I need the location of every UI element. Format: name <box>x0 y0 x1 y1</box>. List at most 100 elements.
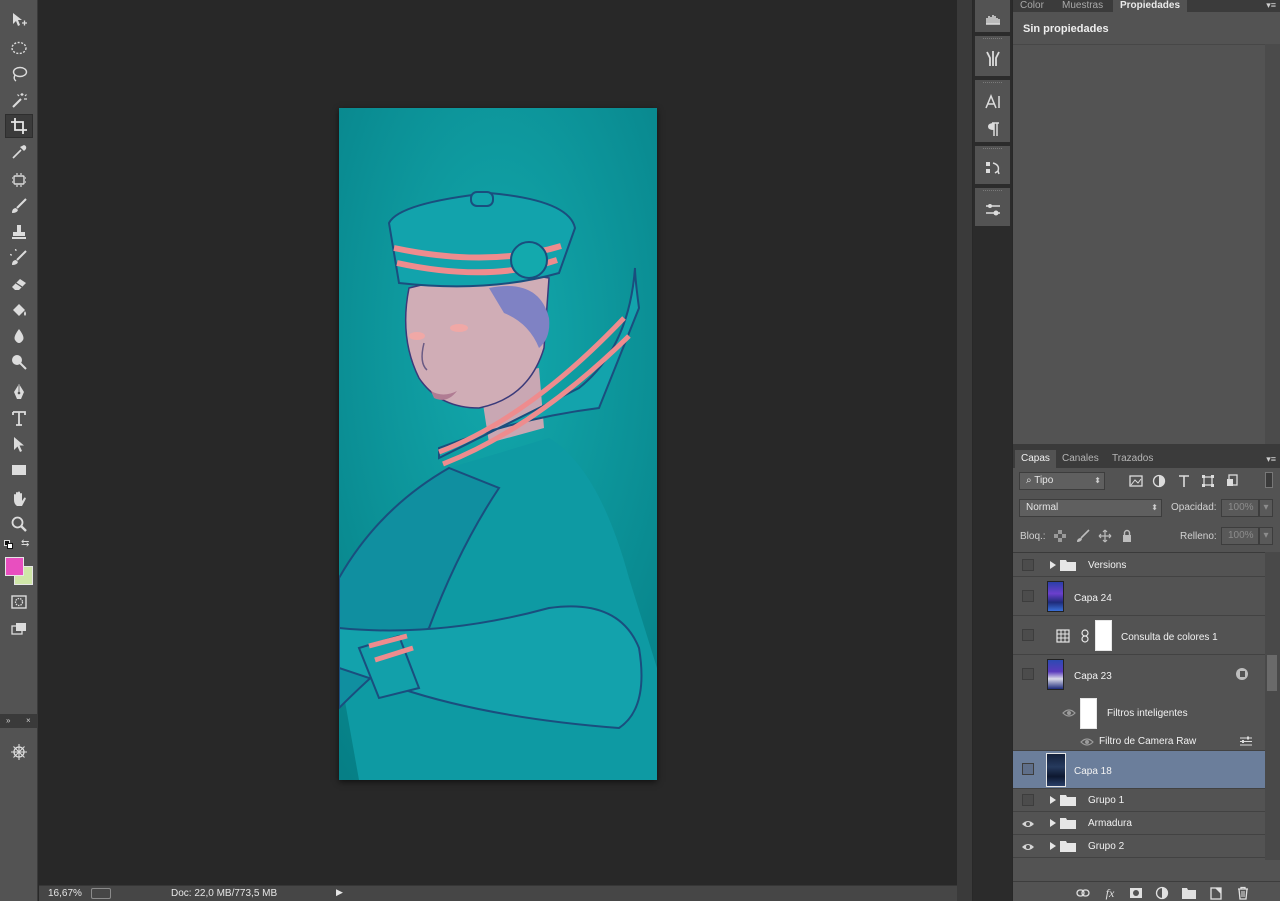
new-group-button[interactable] <box>1182 886 1196 900</box>
visibility-toggle[interactable] <box>1022 629 1034 641</box>
screen-mode-button[interactable] <box>5 617 33 641</box>
layer-name[interactable]: Filtro de Camera Raw <box>1099 736 1196 747</box>
eyedropper-tool[interactable] <box>5 140 33 164</box>
smart-filter-mask-thumbnail[interactable] <box>1080 698 1097 729</box>
move-tool[interactable] <box>5 8 33 32</box>
blend-mode-select[interactable]: Normal ⬍ <box>1019 499 1162 517</box>
eraser-tool[interactable] <box>5 272 33 296</box>
tab-canales[interactable]: Canales <box>1056 450 1105 468</box>
hand-tool[interactable] <box>5 487 33 511</box>
visibility-toggle[interactable] <box>1022 590 1034 602</box>
new-layer-button[interactable] <box>1209 886 1223 900</box>
layer-row-grupo-1[interactable]: Grupo 1 <box>1013 789 1265 812</box>
expand-arrow-icon[interactable] <box>1049 819 1057 827</box>
tool-presets-button[interactable] <box>975 196 1010 223</box>
lasso-tool[interactable] <box>5 62 33 86</box>
status-menu-arrow-icon[interactable]: ▶ <box>336 887 343 898</box>
expand-arrow-icon[interactable] <box>1049 561 1057 569</box>
link-layers-button[interactable] <box>1076 886 1090 900</box>
swap-colors-icon[interactable]: ⇆ <box>21 538 33 550</box>
layer-row-consulta-de-colores[interactable]: Consulta de colores 1 <box>1013 616 1265 655</box>
history-brush-tool[interactable] <box>5 246 33 270</box>
layer-name[interactable]: Capa 24 <box>1074 593 1112 604</box>
filter-pixel-icon[interactable] <box>1129 474 1143 488</box>
canvas-vertical-scrollbar[interactable] <box>957 0 972 885</box>
type-tool[interactable] <box>5 406 33 430</box>
histogram-button[interactable] <box>975 4 1010 31</box>
eye-icon[interactable] <box>1062 706 1076 720</box>
opacity-dropdown-arrow[interactable]: ▾ <box>1259 499 1273 517</box>
link-chain-icon[interactable] <box>1081 629 1089 643</box>
elliptical-marquee-tool[interactable] <box>5 36 33 60</box>
tab-capas[interactable]: Capas <box>1015 450 1056 468</box>
brush-presets-button[interactable] <box>975 44 1010 71</box>
properties-scrollbar[interactable] <box>1265 44 1280 444</box>
layer-name[interactable]: Consulta de colores 1 <box>1121 632 1218 643</box>
panel-menu-icon[interactable]: ▾≡ <box>1266 0 1276 10</box>
layer-name[interactable]: Versions <box>1088 560 1126 571</box>
lock-transparency-icon[interactable] <box>1053 529 1067 543</box>
fill-dropdown-arrow[interactable]: ▾ <box>1259 527 1273 545</box>
visibility-toggle[interactable] <box>1022 794 1034 806</box>
visibility-toggle[interactable] <box>1022 559 1034 571</box>
layer-name[interactable]: Grupo 1 <box>1088 795 1124 806</box>
crop-tool[interactable] <box>5 114 33 138</box>
layers-panel-menu-icon[interactable]: ▾≡ <box>1266 454 1276 465</box>
layer-filter-select[interactable]: ⌕ Tipo ⬍ <box>1019 472 1105 490</box>
magic-wand-tool[interactable] <box>5 88 33 112</box>
brush-tool[interactable] <box>5 194 33 218</box>
path-selection-tool[interactable] <box>5 432 33 456</box>
layer-mask-thumbnail[interactable] <box>1095 620 1112 651</box>
paint-bucket-tool[interactable] <box>5 298 33 322</box>
filter-blending-options-icon[interactable] <box>1239 736 1253 747</box>
expand-arrow-icon[interactable] <box>1049 842 1057 850</box>
filter-shape-icon[interactable] <box>1201 474 1215 488</box>
visibility-toggle[interactable] <box>1022 668 1034 680</box>
add-mask-button[interactable] <box>1129 886 1143 900</box>
tab-trazados[interactable]: Trazados <box>1106 450 1159 468</box>
eye-icon[interactable] <box>1080 735 1094 749</box>
zoom-tool[interactable] <box>5 512 33 536</box>
layer-name[interactable]: Capa 23 <box>1074 671 1112 682</box>
quick-mask-button[interactable] <box>5 590 33 614</box>
collapse-icon[interactable]: » <box>6 716 10 725</box>
filter-type-icon[interactable] <box>1177 474 1191 488</box>
lock-pixels-icon[interactable] <box>1076 529 1090 543</box>
extra-panel-button[interactable] <box>5 740 33 764</box>
document-canvas[interactable] <box>339 108 657 780</box>
rectangle-tool[interactable] <box>5 458 33 482</box>
layer-row-grupo-2[interactable]: Grupo 2 <box>1013 835 1265 858</box>
opacity-input[interactable]: 100% <box>1221 499 1259 517</box>
tab-muestras[interactable]: Muestras <box>1055 0 1110 12</box>
layer-name[interactable]: Filtros inteligentes <box>1107 708 1188 719</box>
layer-row-capa-23[interactable]: Capa 23 <box>1013 655 1265 694</box>
layers-scrollbar[interactable] <box>1265 552 1280 860</box>
fill-input[interactable]: 100% <box>1221 527 1259 545</box>
foreground-color-swatch[interactable] <box>5 557 24 576</box>
layer-style-button[interactable]: fx <box>1103 886 1117 900</box>
layer-row-capa-24[interactable]: Capa 24 <box>1013 577 1265 616</box>
close-icon[interactable]: × <box>26 716 31 725</box>
eye-icon[interactable] <box>1021 817 1035 831</box>
clone-stamp-tool[interactable] <box>5 220 33 244</box>
filter-adjustment-icon[interactable] <box>1152 474 1166 488</box>
character-panel-button[interactable] <box>975 88 1010 115</box>
filter-smart-object-icon[interactable] <box>1225 474 1239 488</box>
visibility-toggle[interactable] <box>1022 763 1034 775</box>
filter-toggle-switch[interactable] <box>1265 472 1273 488</box>
delete-layer-button[interactable] <box>1236 886 1250 900</box>
dodge-tool[interactable] <box>5 350 33 374</box>
layer-name[interactable]: Armadura <box>1088 818 1132 829</box>
blur-tool[interactable] <box>5 324 33 348</box>
layer-name[interactable]: Capa 18 <box>1074 766 1112 777</box>
zoom-level[interactable]: 16,67% <box>48 888 82 899</box>
history-panel-button[interactable] <box>975 154 1010 181</box>
smart-filters-row[interactable]: Filtros inteligentes <box>1013 694 1265 732</box>
default-colors-icon[interactable] <box>4 540 14 550</box>
expand-arrow-icon[interactable] <box>1049 796 1057 804</box>
pen-tool[interactable] <box>5 380 33 404</box>
layer-row-capa-18[interactable]: Capa 18 <box>1013 751 1265 789</box>
lock-all-icon[interactable] <box>1120 529 1134 543</box>
tab-color[interactable]: Color <box>1013 0 1051 12</box>
lock-position-icon[interactable] <box>1098 529 1112 543</box>
